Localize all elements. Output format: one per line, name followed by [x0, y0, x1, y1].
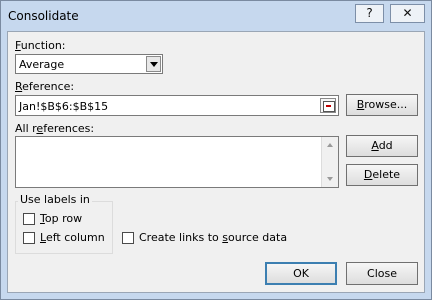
close-icon: ✕	[402, 6, 413, 20]
function-selected-value: Average	[19, 58, 65, 71]
help-icon: ?	[366, 6, 373, 20]
consolidate-dialog: Consolidate ? ✕ Function: Average Refere…	[0, 0, 432, 300]
left-column-label[interactable]: Left column	[40, 231, 105, 244]
add-button[interactable]: Add	[346, 135, 418, 157]
create-links-checkbox[interactable]	[122, 232, 134, 244]
dialog-body: Function: Average Reference: Jan!$B$6:$B…	[7, 31, 425, 293]
scroll-down-icon[interactable]	[327, 177, 333, 181]
list-scrollbar[interactable]	[321, 137, 338, 187]
top-row-label[interactable]: Top row	[40, 212, 82, 225]
title-bar[interactable]: Consolidate ? ✕	[1, 1, 431, 31]
top-row-checkbox[interactable]	[23, 213, 35, 225]
reference-value: Jan!$B$6:$B$15	[19, 100, 109, 113]
reference-label: Reference:	[15, 80, 75, 93]
function-label: Function:	[15, 39, 66, 52]
all-references-list[interactable]	[15, 136, 339, 188]
browse-button[interactable]: Browse...	[346, 94, 418, 116]
help-button[interactable]: ?	[355, 4, 384, 23]
use-labels-group	[15, 201, 113, 254]
create-links-label[interactable]: Create links to source data	[139, 231, 287, 244]
scroll-up-icon[interactable]	[327, 143, 333, 147]
ok-button[interactable]: OK	[265, 262, 337, 285]
reference-input[interactable]: Jan!$B$6:$B$15	[15, 95, 339, 116]
delete-button[interactable]: Delete	[346, 164, 418, 186]
dialog-title: Consolidate	[8, 9, 79, 23]
chevron-down-icon[interactable]	[146, 56, 161, 72]
use-labels-title: Use labels in	[18, 193, 92, 206]
left-column-checkbox[interactable]	[23, 232, 35, 244]
close-window-button[interactable]: ✕	[390, 4, 425, 23]
close-button[interactable]: Close	[346, 262, 418, 285]
function-select[interactable]: Average	[15, 54, 163, 74]
range-collapse-icon[interactable]	[320, 98, 336, 113]
all-references-label: All references:	[15, 122, 95, 135]
